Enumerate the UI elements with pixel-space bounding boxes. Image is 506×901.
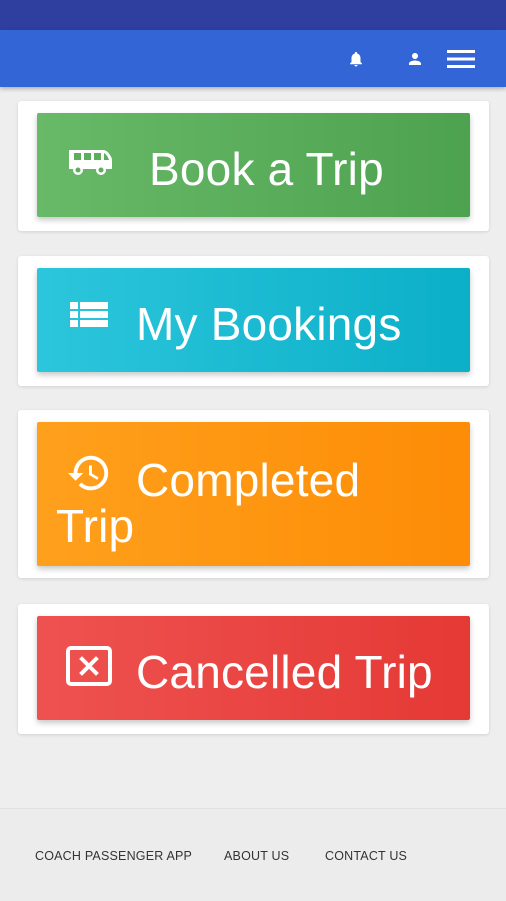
book-trip-button[interactable]: Book a Trip (37, 113, 470, 217)
person-icon[interactable] (402, 30, 428, 87)
cancelled-trip-label: Cancelled Trip (136, 646, 433, 698)
completed-trip-button[interactable]: Completed Trip (37, 422, 470, 566)
footer-link-app-name[interactable]: COACH PASSENGER APP (35, 849, 192, 863)
cancel-box-icon (66, 646, 112, 691)
cancelled-trip-button[interactable]: Cancelled Trip (37, 616, 470, 720)
bus-icon (66, 147, 114, 182)
completed-trip-card: Completed Trip (18, 410, 489, 578)
list-icon (70, 302, 108, 339)
footer-link-contact-us[interactable]: CONTACT US (325, 849, 407, 863)
my-bookings-card: My Bookings (18, 256, 489, 386)
completed-trip-label: Completed Trip (56, 454, 361, 552)
footer: COACH PASSENGER APP ABOUT US CONTACT US (0, 808, 506, 901)
book-trip-card: Book a Trip (18, 101, 489, 231)
book-trip-label: Book a Trip (149, 143, 384, 195)
hamburger-menu-icon[interactable] (445, 30, 477, 87)
app-bar (0, 30, 506, 87)
my-bookings-button[interactable]: My Bookings (37, 268, 470, 372)
bell-icon[interactable] (343, 30, 369, 87)
my-bookings-label: My Bookings (136, 298, 402, 350)
footer-link-about-us[interactable]: ABOUT US (224, 849, 289, 863)
cancelled-trip-card: Cancelled Trip (18, 604, 489, 734)
status-bar (0, 0, 506, 30)
